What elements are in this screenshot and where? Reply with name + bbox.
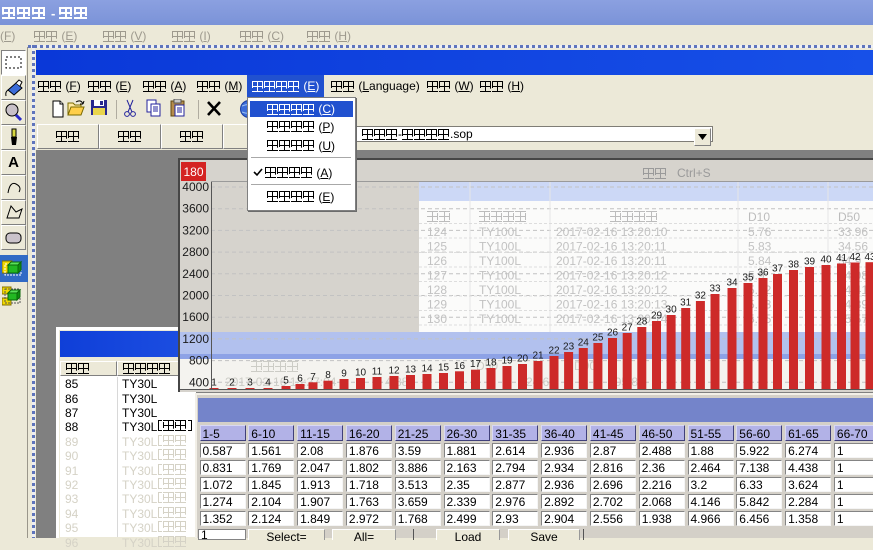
svg-text:400: 400: [189, 375, 209, 389]
svg-text:7: 7: [310, 372, 316, 383]
svg-text:6: 6: [297, 374, 303, 385]
svg-text:TY100L: TY100L: [479, 254, 521, 268]
svg-text:2800: 2800: [182, 245, 209, 259]
svg-text:125: 125: [427, 240, 447, 254]
svg-text:36: 36: [757, 268, 769, 279]
svg-text:1: 1: [211, 378, 217, 389]
svg-text:2017-02-16 13:20:11: 2017-02-16 13:20:11: [556, 240, 667, 254]
svg-text:1600: 1600: [182, 310, 209, 324]
svg-text:30: 30: [666, 305, 678, 316]
svg-text:2017-02-16 13:20:10: 2017-02-16 13:20:10: [556, 225, 668, 239]
svg-text:10: 10: [355, 368, 367, 379]
svg-text:33: 33: [709, 284, 721, 295]
svg-text:2000: 2000: [182, 289, 209, 303]
svg-text:19: 19: [501, 356, 513, 367]
svg-text:5.84: 5.84: [748, 254, 772, 268]
svg-text:TY100L: TY100L: [479, 225, 521, 239]
svg-text:128: 128: [427, 283, 447, 297]
svg-text:23: 23: [563, 342, 575, 353]
svg-text:20: 20: [517, 354, 529, 365]
svg-text:22: 22: [548, 346, 560, 357]
svg-text:5.76: 5.76: [748, 225, 772, 239]
svg-text:TY100L: TY100L: [479, 298, 521, 312]
svg-text:9: 9: [341, 369, 347, 380]
svg-text:1200: 1200: [182, 332, 209, 346]
svg-text:14: 14: [421, 364, 433, 375]
svg-text:TY100L: TY100L: [479, 283, 521, 297]
svg-text:8: 8: [325, 370, 331, 381]
svg-text:TY100L: TY100L: [479, 240, 521, 254]
svg-text:4000: 4000: [182, 180, 209, 194]
svg-text:17: 17: [470, 359, 482, 370]
svg-text:11: 11: [372, 367, 383, 378]
svg-text:D50: D50: [838, 210, 860, 224]
svg-text:127: 127: [427, 269, 447, 283]
svg-text:3200: 3200: [182, 223, 209, 237]
svg-text:2: 2: [229, 378, 235, 389]
svg-text:2017-02-16 13:27:04: 2017-02-16 13:27:04: [225, 375, 337, 389]
svg-text:D10: D10: [748, 210, 770, 224]
svg-text:2017-02-16 13:20:12: 2017-02-16 13:20:12: [556, 283, 668, 297]
svg-text:2017-02-16 13:20:12: 2017-02-16 13:20:12: [556, 269, 668, 283]
svg-text:43: 43: [864, 252, 873, 263]
svg-text:27: 27: [622, 323, 634, 334]
svg-text:24: 24: [578, 338, 590, 349]
svg-text:3: 3: [247, 378, 253, 389]
svg-text:38: 38: [788, 260, 800, 271]
svg-text:3600: 3600: [182, 202, 209, 216]
svg-text:33.96: 33.96: [838, 225, 868, 239]
svg-text:29: 29: [651, 311, 663, 322]
svg-text:16: 16: [454, 361, 466, 372]
svg-text:2400: 2400: [182, 267, 209, 281]
svg-text:126: 126: [427, 254, 447, 268]
svg-text:40: 40: [820, 255, 832, 266]
svg-text:5: 5: [283, 376, 289, 387]
svg-text:26: 26: [607, 328, 619, 339]
svg-text:31: 31: [680, 298, 692, 309]
svg-text:35: 35: [742, 273, 754, 284]
svg-text:5.83: 5.83: [748, 240, 772, 254]
svg-text:28: 28: [636, 317, 648, 328]
svg-text:18: 18: [485, 358, 497, 369]
svg-text:37: 37: [772, 264, 784, 275]
svg-text:12: 12: [388, 366, 400, 377]
svg-text:41: 41: [836, 253, 848, 264]
svg-text:2017-02-16 13:20:13: 2017-02-16 13:20:13: [556, 298, 668, 312]
svg-text:39: 39: [804, 257, 816, 268]
svg-text:TY100L: TY100L: [479, 312, 521, 326]
svg-text:32: 32: [695, 291, 707, 302]
svg-text:4: 4: [265, 378, 271, 389]
svg-text:34: 34: [726, 278, 738, 289]
svg-text:129: 129: [427, 298, 447, 312]
svg-text:13: 13: [405, 365, 417, 376]
svg-text:124: 124: [427, 225, 447, 239]
svg-text:21: 21: [532, 351, 544, 362]
svg-text:15: 15: [438, 363, 450, 374]
svg-text:42: 42: [849, 252, 861, 263]
svg-text:800: 800: [189, 354, 209, 368]
svg-text:2017-02-16 13:20:11: 2017-02-16 13:20:11: [556, 254, 667, 268]
svg-text:25: 25: [592, 333, 604, 344]
svg-text:130: 130: [427, 312, 447, 326]
svg-text:TY100L: TY100L: [479, 269, 521, 283]
